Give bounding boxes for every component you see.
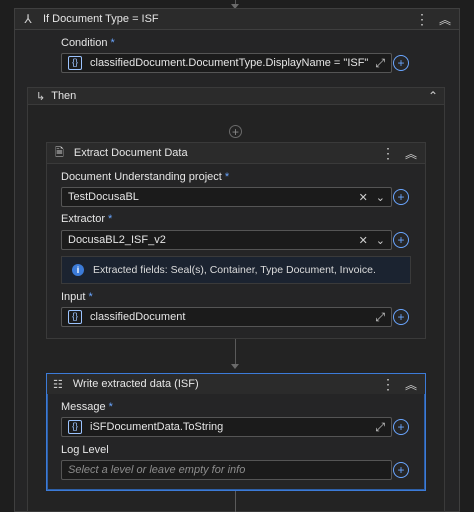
- if-icon: ⅄: [24, 12, 32, 26]
- expression-icon: {}: [68, 56, 82, 70]
- project-label: Document Understanding project *: [61, 171, 230, 183]
- extract-header[interactable]: 🗎 Extract Document Data ⋮ ︽: [46, 142, 426, 164]
- extract-collapse-icon[interactable]: ︽: [405, 145, 417, 162]
- message-input[interactable]: {} iSFDocumentData.ToString ⤢: [61, 417, 392, 437]
- project-plus-button[interactable]: +: [393, 189, 409, 205]
- info-icon: i: [72, 264, 84, 276]
- add-activity-icon[interactable]: +: [229, 125, 242, 138]
- if-header[interactable]: ⅄ If Document Type = ISF ⋮ ︽: [14, 8, 460, 30]
- extractor-dropdown[interactable]: DocusaBL2_ISF_v2 ✕ ⌄: [61, 230, 392, 250]
- expression-icon: {}: [68, 310, 82, 324]
- write-more-options-icon[interactable]: ⋮: [381, 376, 395, 393]
- expand-editor-icon[interactable]: ⤢: [375, 420, 385, 435]
- message-value: iSFDocumentData.ToString: [90, 421, 224, 433]
- if-more-options-icon[interactable]: ⋮: [415, 11, 429, 28]
- input-field[interactable]: {} classifiedDocument ⤢: [61, 307, 392, 327]
- if-collapse-icon[interactable]: ︽: [439, 11, 451, 28]
- write-header[interactable]: ☷ Write extracted data (ISF) ⋮ ︽: [47, 374, 425, 394]
- activity-connector: [235, 339, 236, 365]
- input-label: Input *: [61, 291, 93, 303]
- extractor-value: DocusaBL2_ISF_v2: [68, 234, 166, 246]
- extractor-label: Extractor *: [61, 213, 113, 225]
- then-header[interactable]: ↳ Then ⌃: [27, 87, 445, 105]
- extracted-fields-info: i Extracted fields: Seal(s), Container, …: [61, 256, 411, 284]
- log-level-label: Log Level: [61, 444, 109, 456]
- write-title: Write extracted data (ISF): [72, 378, 199, 390]
- extract-more-options-icon[interactable]: ⋮: [381, 145, 395, 162]
- condition-label: Condition *: [61, 37, 115, 49]
- condition-input[interactable]: {} classifiedDocument.DocumentType.Displ…: [61, 53, 392, 73]
- log-icon: ☷: [53, 378, 63, 391]
- then-title: Then: [51, 90, 77, 102]
- project-value: TestDocusaBL: [68, 191, 139, 203]
- log-level-plus-button[interactable]: +: [393, 462, 409, 478]
- message-plus-button[interactable]: +: [393, 419, 409, 435]
- message-label: Message *: [61, 401, 113, 413]
- if-title: If Document Type = ISF: [43, 13, 159, 25]
- extractor-plus-button[interactable]: +: [393, 232, 409, 248]
- clear-icon[interactable]: ✕: [359, 234, 368, 247]
- extract-document-icon: 🗎: [55, 146, 64, 159]
- activity-connector-arrow: [231, 364, 239, 369]
- then-arrow-icon: ↳: [36, 90, 46, 103]
- write-collapse-icon[interactable]: ︽: [405, 376, 417, 393]
- log-level-placeholder: Select a level or leave empty for info: [68, 464, 246, 476]
- chevron-down-icon[interactable]: ⌄: [376, 191, 385, 204]
- chevron-down-icon[interactable]: ⌄: [376, 234, 385, 247]
- input-value: classifiedDocument: [90, 311, 186, 323]
- log-level-dropdown[interactable]: Select a level or leave empty for info: [61, 460, 392, 480]
- then-collapse-icon[interactable]: ⌃: [428, 89, 438, 103]
- bottom-connector: [235, 491, 236, 512]
- info-text: Extracted fields: Seal(s), Container, Ty…: [93, 264, 376, 276]
- expand-editor-icon[interactable]: ⤢: [375, 310, 385, 325]
- expression-icon: {}: [68, 420, 82, 434]
- expand-editor-icon[interactable]: ⤢: [375, 56, 385, 71]
- condition-plus-button[interactable]: +: [393, 55, 409, 71]
- input-plus-button[interactable]: +: [393, 309, 409, 325]
- project-dropdown[interactable]: TestDocusaBL ✕ ⌄: [61, 187, 392, 207]
- condition-value: classifiedDocument.DocumentType.DisplayN…: [90, 57, 369, 69]
- clear-icon[interactable]: ✕: [359, 191, 368, 204]
- extract-title: Extract Document Data: [73, 147, 188, 159]
